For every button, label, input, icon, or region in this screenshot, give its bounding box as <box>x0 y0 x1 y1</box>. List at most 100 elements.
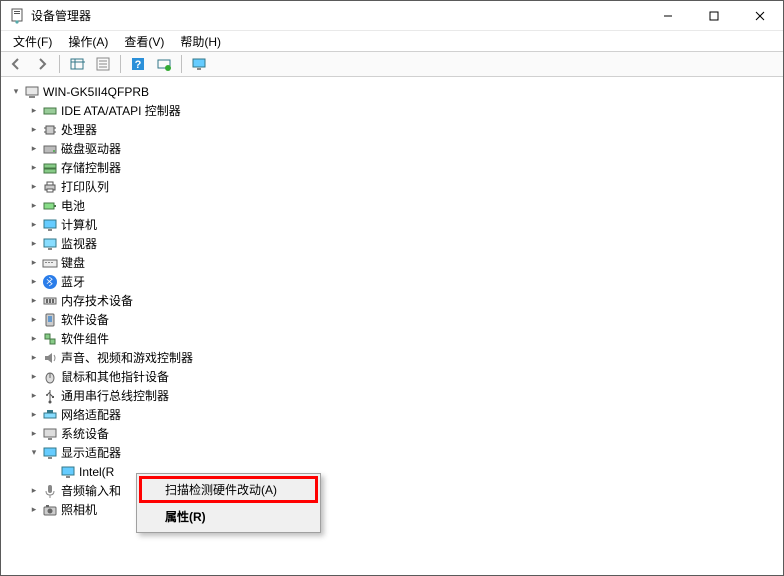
chevron-right-icon[interactable]: ▸ <box>27 427 41 441</box>
chevron-right-icon[interactable]: ▸ <box>27 351 41 365</box>
chevron-down-icon[interactable]: ▾ <box>9 85 23 99</box>
tree-item-label: 网络适配器 <box>61 406 121 423</box>
chevron-down-icon[interactable]: ▾ <box>27 446 41 460</box>
tree-item-display-adapters[interactable]: ▾ 显示适配器 <box>5 443 783 462</box>
tree-item[interactable]: ▸ 系统设备 <box>5 424 783 443</box>
software-device-icon <box>42 312 58 328</box>
tree-item-label: 音频输入和 <box>61 482 121 499</box>
printer-icon <box>42 179 58 195</box>
context-item-label: 扫描检测硬件改动(A) <box>165 483 277 497</box>
tree-root[interactable]: ▾ WIN-GK5II4QFPRB <box>5 82 783 101</box>
menu-view[interactable]: 查看(V) <box>116 31 172 52</box>
chevron-right-icon[interactable]: ▸ <box>27 218 41 232</box>
processor-icon <box>42 122 58 138</box>
context-scan-hardware[interactable]: 扫描检测硬件改动(A) <box>139 476 318 503</box>
device-tree[interactable]: ▾ WIN-GK5II4QFPRB ▸ IDE ATA/ATAPI 控制器 ▸ … <box>1 77 783 575</box>
tree-item[interactable]: ▸ 软件组件 <box>5 329 783 348</box>
chevron-right-icon[interactable]: ▸ <box>27 104 41 118</box>
chevron-right-icon[interactable]: ▸ <box>27 313 41 327</box>
disk-drive-icon <box>42 141 58 157</box>
system-device-icon <box>42 426 58 442</box>
display-adapter-icon <box>42 445 58 461</box>
tree-item-label: 电池 <box>61 197 85 214</box>
battery-icon <box>42 198 58 214</box>
window-title: 设备管理器 <box>31 7 645 24</box>
chevron-right-icon[interactable]: ▸ <box>27 370 41 384</box>
menu-action[interactable]: 操作(A) <box>60 31 116 52</box>
chevron-right-icon[interactable]: ▸ <box>27 484 41 498</box>
tree-item-label: 软件组件 <box>61 330 109 347</box>
context-item-label: 属性(R) <box>165 510 206 524</box>
sound-icon <box>42 350 58 366</box>
tree-item[interactable]: ▸ 软件设备 <box>5 310 783 329</box>
tree-item[interactable]: ▸ 存储控制器 <box>5 158 783 177</box>
tree-item[interactable]: ▸ 音频输入和 <box>5 481 783 500</box>
tree-item[interactable]: ▸ 蓝牙 <box>5 272 783 291</box>
minimize-button[interactable] <box>645 1 691 30</box>
tree-item-label: 计算机 <box>61 216 97 233</box>
tree-item[interactable]: ▸ 磁盘驱动器 <box>5 139 783 158</box>
menubar: 文件(F) 操作(A) 查看(V) 帮助(H) <box>1 31 783 51</box>
tree-item[interactable]: ▸ 照相机 <box>5 500 783 519</box>
chevron-right-icon[interactable]: ▸ <box>27 161 41 175</box>
tree-item[interactable]: ▸ 通用串行总线控制器 <box>5 386 783 405</box>
menu-help[interactable]: 帮助(H) <box>172 31 229 52</box>
titlebar: 设备管理器 <box>1 1 783 31</box>
tree-item[interactable]: ▸ 处理器 <box>5 120 783 139</box>
scan-hardware-button[interactable] <box>152 53 176 75</box>
network-icon <box>42 407 58 423</box>
expander-empty <box>45 465 59 479</box>
context-properties[interactable]: 属性(R) <box>139 503 318 530</box>
show-hide-tree-button[interactable] <box>65 53 89 75</box>
tree-item[interactable]: ▸ 监视器 <box>5 234 783 253</box>
close-button[interactable] <box>737 1 783 30</box>
mouse-icon <box>42 369 58 385</box>
maximize-button[interactable] <box>691 1 737 30</box>
help-button[interactable]: ? <box>126 53 150 75</box>
tree-item[interactable]: ▸ 声音、视频和游戏控制器 <box>5 348 783 367</box>
tree-item[interactable]: ▸ 打印队列 <box>5 177 783 196</box>
tree-item[interactable]: ▸ 内存技术设备 <box>5 291 783 310</box>
tree-item-label: 内存技术设备 <box>61 292 133 309</box>
chevron-right-icon[interactable]: ▸ <box>27 142 41 156</box>
chevron-right-icon[interactable]: ▸ <box>27 275 41 289</box>
chevron-right-icon[interactable]: ▸ <box>27 180 41 194</box>
tree-item-label: 键盘 <box>61 254 85 271</box>
storage-controller-icon <box>42 160 58 176</box>
chevron-right-icon[interactable]: ▸ <box>27 199 41 213</box>
chevron-right-icon[interactable]: ▸ <box>27 256 41 270</box>
tree-item-label: 软件设备 <box>61 311 109 328</box>
chevron-right-icon[interactable]: ▸ <box>27 294 41 308</box>
tree-item-intel-gpu[interactable]: Intel(R <box>5 462 783 481</box>
chevron-right-icon[interactable]: ▸ <box>27 123 41 137</box>
ide-controller-icon <box>42 103 58 119</box>
tree-item[interactable]: ▸ 计算机 <box>5 215 783 234</box>
back-button[interactable] <box>4 53 28 75</box>
tree-item[interactable]: ▸ IDE ATA/ATAPI 控制器 <box>5 101 783 120</box>
tree-item[interactable]: ▸ 网络适配器 <box>5 405 783 424</box>
menu-file[interactable]: 文件(F) <box>5 31 60 52</box>
device-manager-window: 设备管理器 文件(F) 操作(A) 查看(V) 帮助(H) ? ▾ WIN-GK… <box>0 0 784 576</box>
tree-item-label: 打印队列 <box>61 178 109 195</box>
tree-item-label: IDE ATA/ATAPI 控制器 <box>61 102 181 119</box>
toolbar: ? <box>1 51 783 77</box>
bluetooth-icon <box>42 274 58 290</box>
chevron-right-icon[interactable]: ▸ <box>27 237 41 251</box>
toolbar-separator <box>59 55 60 73</box>
tree-item[interactable]: ▸ 电池 <box>5 196 783 215</box>
chevron-right-icon[interactable]: ▸ <box>27 408 41 422</box>
forward-button[interactable] <box>30 53 54 75</box>
tree-item[interactable]: ▸ 键盘 <box>5 253 783 272</box>
tree-item-label: 磁盘驱动器 <box>61 140 121 157</box>
context-menu: 扫描检测硬件改动(A) 属性(R) <box>136 473 321 533</box>
tree-item-label: 鼠标和其他指针设备 <box>61 368 169 385</box>
window-controls <box>645 1 783 30</box>
tree-item[interactable]: ▸ 鼠标和其他指针设备 <box>5 367 783 386</box>
tree-item-label: 存储控制器 <box>61 159 121 176</box>
toolbar-separator <box>120 55 121 73</box>
chevron-right-icon[interactable]: ▸ <box>27 503 41 517</box>
chevron-right-icon[interactable]: ▸ <box>27 389 41 403</box>
properties-button[interactable] <box>91 53 115 75</box>
chevron-right-icon[interactable]: ▸ <box>27 332 41 346</box>
monitor-button[interactable] <box>187 53 211 75</box>
